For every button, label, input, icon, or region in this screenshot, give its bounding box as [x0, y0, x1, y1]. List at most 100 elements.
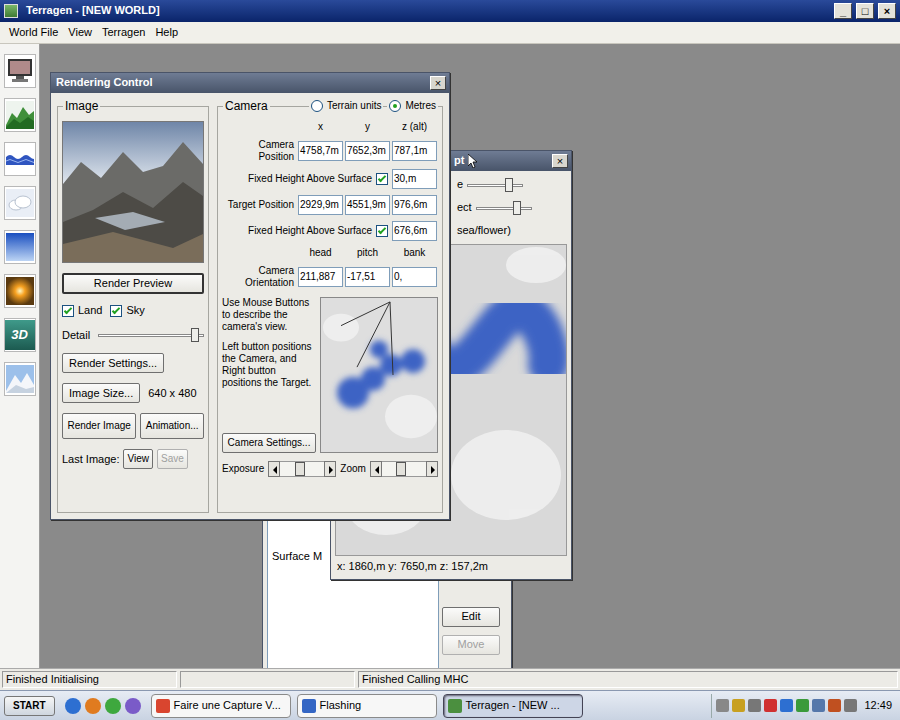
- tray-icon[interactable]: [764, 699, 777, 712]
- tool-button[interactable]: [4, 230, 36, 264]
- move-button[interactable]: Move: [442, 635, 500, 655]
- tray-icon[interactable]: [732, 699, 745, 712]
- menu-item[interactable]: View: [63, 26, 97, 39]
- coordinate-field[interactable]: 787,1m: [392, 141, 437, 161]
- application-icon: [156, 699, 170, 713]
- slider-thumb[interactable]: [191, 328, 199, 342]
- image-size-row: Image Size... 640 x 480: [62, 383, 204, 403]
- tray-icon[interactable]: [748, 699, 761, 712]
- view-button[interactable]: View: [123, 449, 153, 469]
- task-label: Terragen - [NEW ...: [466, 699, 560, 712]
- height-field[interactable]: 30,m: [392, 169, 437, 189]
- water-icon: [5, 144, 35, 174]
- column-header: z (alt): [392, 121, 437, 133]
- detail-slider: [98, 327, 204, 343]
- checkbox[interactable]: [376, 173, 388, 185]
- task-button[interactable]: Flashing: [297, 694, 437, 718]
- render-preview-button[interactable]: Render Preview: [62, 273, 204, 294]
- window-body: ImageRender PreviewLandSkyDetailRender S…: [51, 93, 449, 519]
- slider-thumb[interactable]: [396, 462, 406, 476]
- clock: 12:49: [864, 699, 892, 712]
- orientation-field[interactable]: 0,: [392, 267, 437, 287]
- save-button[interactable]: Save: [157, 449, 188, 469]
- render-buttons-row: Render ImageAnimation...: [62, 413, 204, 439]
- tray-icon[interactable]: [716, 699, 729, 712]
- orientation-field[interactable]: 211,887: [298, 267, 343, 287]
- radio-button[interactable]: [389, 100, 401, 112]
- left-arrow-button[interactable]: [370, 461, 382, 477]
- coordinate-field[interactable]: 7652,3m: [345, 141, 390, 161]
- radio-button[interactable]: [311, 100, 323, 112]
- window-title-bar[interactable]: Rendering Control×: [51, 73, 449, 93]
- task-button[interactable]: Faire une Capture V...: [151, 694, 291, 718]
- coordinate-field[interactable]: 2929,9m: [298, 195, 343, 215]
- window-control-button[interactable]: □: [856, 3, 874, 19]
- slider-thumb[interactable]: [295, 462, 305, 476]
- close-button[interactable]: ×: [430, 76, 446, 90]
- sky-icon: [5, 232, 35, 262]
- render-image-button[interactable]: Render Image: [62, 413, 136, 439]
- render-settings-button[interactable]: Render Settings...: [62, 353, 164, 373]
- menu-item[interactable]: Help: [150, 26, 183, 39]
- tray-icon[interactable]: [812, 699, 825, 712]
- coordinate-field[interactable]: 976,6m: [392, 195, 437, 215]
- render-settings-row: Render Settings...: [62, 353, 204, 373]
- checkbox-label[interactable]: Sky: [110, 304, 144, 317]
- tray-icon[interactable]: [796, 699, 809, 712]
- help-line: Use Mouse Buttons to describe the camera…: [222, 297, 316, 333]
- menu-item[interactable]: Terragen: [97, 26, 150, 39]
- checkbox[interactable]: [62, 305, 74, 317]
- terragen-icon: [4, 4, 18, 18]
- tray-icon[interactable]: [828, 699, 841, 712]
- start-button[interactable]: START: [4, 696, 55, 716]
- checkbox[interactable]: [110, 305, 122, 317]
- status-panel: Finished Initialising: [2, 671, 177, 688]
- animation-button[interactable]: Animation...: [140, 413, 204, 439]
- tray-icon[interactable]: [780, 699, 793, 712]
- tool-button[interactable]: [4, 142, 36, 176]
- radio-option[interactable]: Metres: [387, 100, 438, 112]
- slider-label: ect: [457, 201, 472, 214]
- application-icon: [302, 699, 316, 713]
- detail-row: Detail: [62, 327, 204, 343]
- tool-button[interactable]: 3D: [4, 318, 36, 352]
- slider-thumb[interactable]: [505, 178, 513, 192]
- camera-map[interactable]: [320, 297, 438, 453]
- tool-button[interactable]: [4, 274, 36, 308]
- quick-launch-icon[interactable]: [85, 698, 101, 714]
- tool-button[interactable]: [4, 98, 36, 132]
- coordinate-field[interactable]: 4551,9m: [345, 195, 390, 215]
- tool-button[interactable]: [4, 54, 36, 88]
- right-arrow-button[interactable]: [324, 461, 336, 477]
- slider-thumb[interactable]: [513, 201, 521, 215]
- menu-item[interactable]: World File: [4, 26, 63, 39]
- edit-button[interactable]: Edit: [442, 607, 500, 627]
- window-control-button[interactable]: _: [834, 3, 852, 19]
- title-group: pt: [454, 154, 478, 168]
- image-size-value: 640 x 480: [148, 387, 196, 400]
- left-arrow-button[interactable]: [268, 461, 280, 477]
- camera-grid: xyz (alt)Camera Position4758,7m7652,3m78…: [222, 121, 438, 289]
- right-arrow-button[interactable]: [426, 461, 438, 477]
- quick-launch-icon[interactable]: [65, 698, 81, 714]
- radio-option[interactable]: Terrain units: [309, 100, 383, 112]
- camera-settings-button[interactable]: Camera Settings...: [222, 433, 316, 453]
- quick-launch-icon[interactable]: [105, 698, 121, 714]
- window-control-button[interactable]: ×: [878, 3, 896, 19]
- group-title: Camera: [223, 99, 270, 113]
- checkbox[interactable]: [376, 225, 388, 237]
- menu-bar: World FileViewTerragenHelp: [0, 22, 900, 44]
- image-size-button[interactable]: Image Size...: [62, 383, 140, 403]
- quick-launch-icon[interactable]: [125, 698, 141, 714]
- height-field[interactable]: 676,6m: [392, 221, 437, 241]
- close-button[interactable]: ×: [552, 154, 568, 168]
- orientation-field[interactable]: -17,51: [345, 267, 390, 287]
- slider-track-line: [98, 334, 204, 337]
- coordinate-field[interactable]: 4758,7m: [298, 141, 343, 161]
- tool-button[interactable]: [4, 362, 36, 396]
- checkbox-label[interactable]: Land: [62, 304, 102, 317]
- task-button[interactable]: Terragen - [NEW ...: [443, 694, 583, 718]
- task-label: Flashing: [320, 699, 362, 712]
- tool-button[interactable]: [4, 186, 36, 220]
- tray-icon[interactable]: [844, 699, 857, 712]
